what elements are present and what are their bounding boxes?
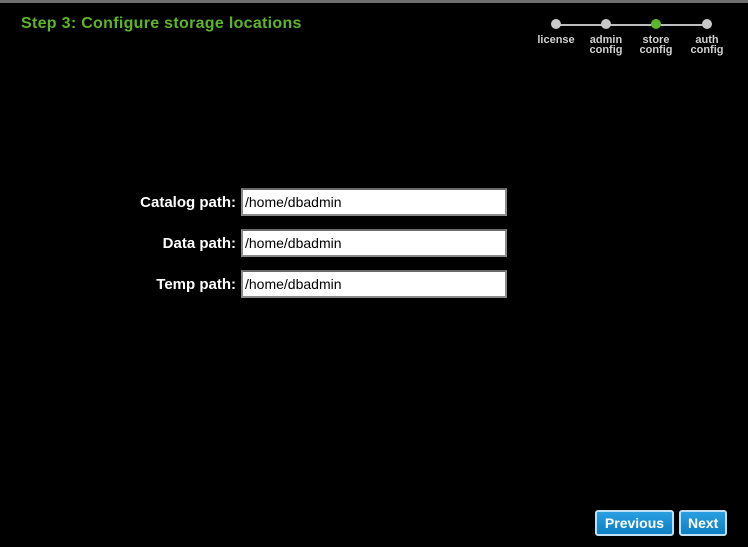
step-admin-config: admin config [580, 19, 632, 56]
temp-path-input[interactable] [241, 270, 507, 298]
step-label: auth config [690, 34, 724, 56]
next-button[interactable]: Next [679, 510, 727, 536]
step-label: admin config [589, 34, 623, 56]
step-indicator-dot [702, 19, 712, 29]
step-license: license [530, 19, 582, 46]
temp-path-row: Temp path: [0, 270, 748, 298]
data-path-row: Data path: [0, 229, 748, 257]
data-path-input[interactable] [241, 229, 507, 257]
previous-button[interactable]: Previous [595, 510, 674, 536]
step-indicator-dot [601, 19, 611, 29]
data-path-label: Data path: [162, 235, 236, 252]
step-store-config: store config [630, 19, 682, 56]
catalog-path-input[interactable] [241, 188, 507, 216]
window-top-border [0, 0, 748, 3]
temp-path-label: Temp path: [156, 276, 236, 293]
progress-stepper: license admin config store config auth c… [530, 19, 735, 64]
step-indicator-dot [551, 19, 561, 29]
step-indicator-dot-active [651, 19, 661, 29]
catalog-path-label: Catalog path: [140, 194, 236, 211]
catalog-path-row: Catalog path: [0, 188, 748, 216]
step-label: license [537, 34, 575, 46]
page-title: Step 3: Configure storage locations [21, 15, 302, 32]
step-auth-config: auth config [681, 19, 733, 56]
step-label: store config [639, 34, 673, 56]
